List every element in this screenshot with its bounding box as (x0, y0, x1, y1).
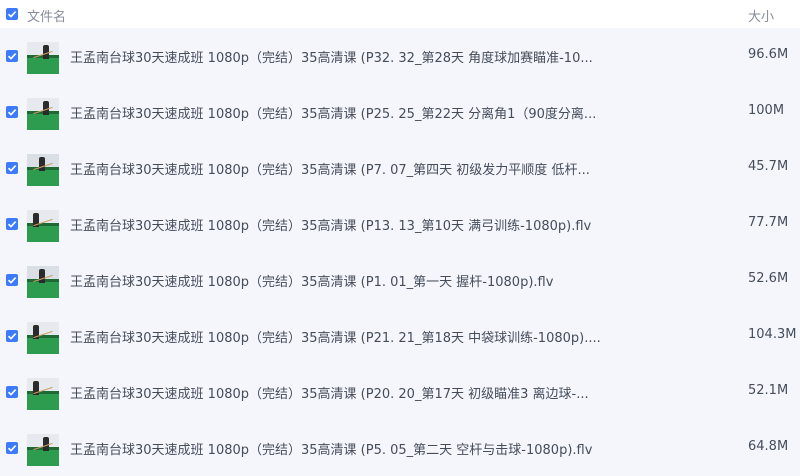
checkmark-icon (7, 221, 17, 228)
row-checkbox[interactable] (6, 106, 18, 118)
file-size: 100M (748, 103, 785, 118)
file-name[interactable]: 王孟南台球30天速成班 1080p（完结）35高清课 (P7. 07_第四天 初… (70, 159, 590, 178)
file-size: 96.6M (748, 47, 789, 62)
file-row[interactable]: 王孟南台球30天速成班 1080p（完结）35高清课 (P1. 01_第一天 握… (0, 252, 800, 308)
file-size: 77.7M (748, 215, 789, 230)
file-name[interactable]: 王孟南台球30天速成班 1080p（完结）35高清课 (P13. 13_第10天… (70, 215, 591, 234)
checkmark-icon (7, 11, 17, 18)
column-header-size[interactable]: 大小 (748, 6, 774, 25)
column-header-name[interactable]: 文件名 (27, 6, 66, 25)
file-row[interactable]: 王孟南台球30天速成班 1080p（完结）35高清课 (P25. 25_第22天… (0, 84, 800, 140)
file-size: 64.8M (748, 439, 789, 454)
checkmark-icon (7, 165, 17, 172)
select-all-checkbox[interactable] (6, 8, 18, 20)
file-row[interactable]: 王孟南台球30天速成班 1080p（完结）35高清课 (P13. 13_第10天… (0, 196, 800, 252)
row-checkbox[interactable] (6, 442, 18, 454)
file-name[interactable]: 王孟南台球30天速成班 1080p（完结）35高清课 (P20. 20_第17天… (70, 383, 589, 402)
checkmark-icon (7, 389, 17, 396)
video-thumbnail[interactable] (27, 434, 59, 466)
video-thumbnail[interactable] (27, 154, 59, 186)
checkmark-icon (7, 333, 17, 340)
video-thumbnail[interactable] (27, 322, 59, 354)
video-thumbnail[interactable] (27, 42, 59, 74)
video-thumbnail[interactable] (27, 98, 59, 130)
file-list-header: 文件名 大小 (0, 0, 800, 28)
file-row[interactable]: 王孟南台球30天速成班 1080p（完结）35高清课 (P5. 05_第二天 空… (0, 420, 800, 476)
file-size: 104.3M (748, 327, 797, 342)
file-size: 52.6M (748, 271, 789, 286)
row-checkbox[interactable] (6, 330, 18, 342)
file-row[interactable]: 王孟南台球30天速成班 1080p（完结）35高清课 (P20. 20_第17天… (0, 364, 800, 420)
video-thumbnail[interactable] (27, 266, 59, 298)
checkmark-icon (7, 109, 17, 116)
file-list: 王孟南台球30天速成班 1080p（完结）35高清课 (P32. 32_第28天… (0, 28, 800, 476)
video-thumbnail[interactable] (27, 210, 59, 242)
checkmark-icon (7, 53, 17, 60)
file-size: 45.7M (748, 159, 789, 174)
file-name[interactable]: 王孟南台球30天速成班 1080p（完结）35高清课 (P25. 25_第22天… (70, 103, 596, 122)
row-checkbox[interactable] (6, 50, 18, 62)
row-checkbox[interactable] (6, 162, 18, 174)
row-checkbox[interactable] (6, 218, 18, 230)
file-name[interactable]: 王孟南台球30天速成班 1080p（完结）35高清课 (P32. 32_第28天… (70, 47, 593, 66)
file-row[interactable]: 王孟南台球30天速成班 1080p（完结）35高清课 (P21. 21_第18天… (0, 308, 800, 364)
file-row[interactable]: 王孟南台球30天速成班 1080p（完结）35高清课 (P32. 32_第28天… (0, 28, 800, 84)
file-row[interactable]: 王孟南台球30天速成班 1080p（完结）35高清课 (P7. 07_第四天 初… (0, 140, 800, 196)
video-thumbnail[interactable] (27, 378, 59, 410)
checkmark-icon (7, 277, 17, 284)
file-size: 52.1M (748, 383, 789, 398)
file-name[interactable]: 王孟南台球30天速成班 1080p（完结）35高清课 (P5. 05_第二天 空… (70, 439, 592, 458)
row-checkbox[interactable] (6, 274, 18, 286)
checkmark-icon (7, 445, 17, 452)
file-name[interactable]: 王孟南台球30天速成班 1080p（完结）35高清课 (P21. 21_第18天… (70, 327, 601, 346)
file-name[interactable]: 王孟南台球30天速成班 1080p（完结）35高清课 (P1. 01_第一天 握… (70, 271, 553, 290)
row-checkbox[interactable] (6, 386, 18, 398)
